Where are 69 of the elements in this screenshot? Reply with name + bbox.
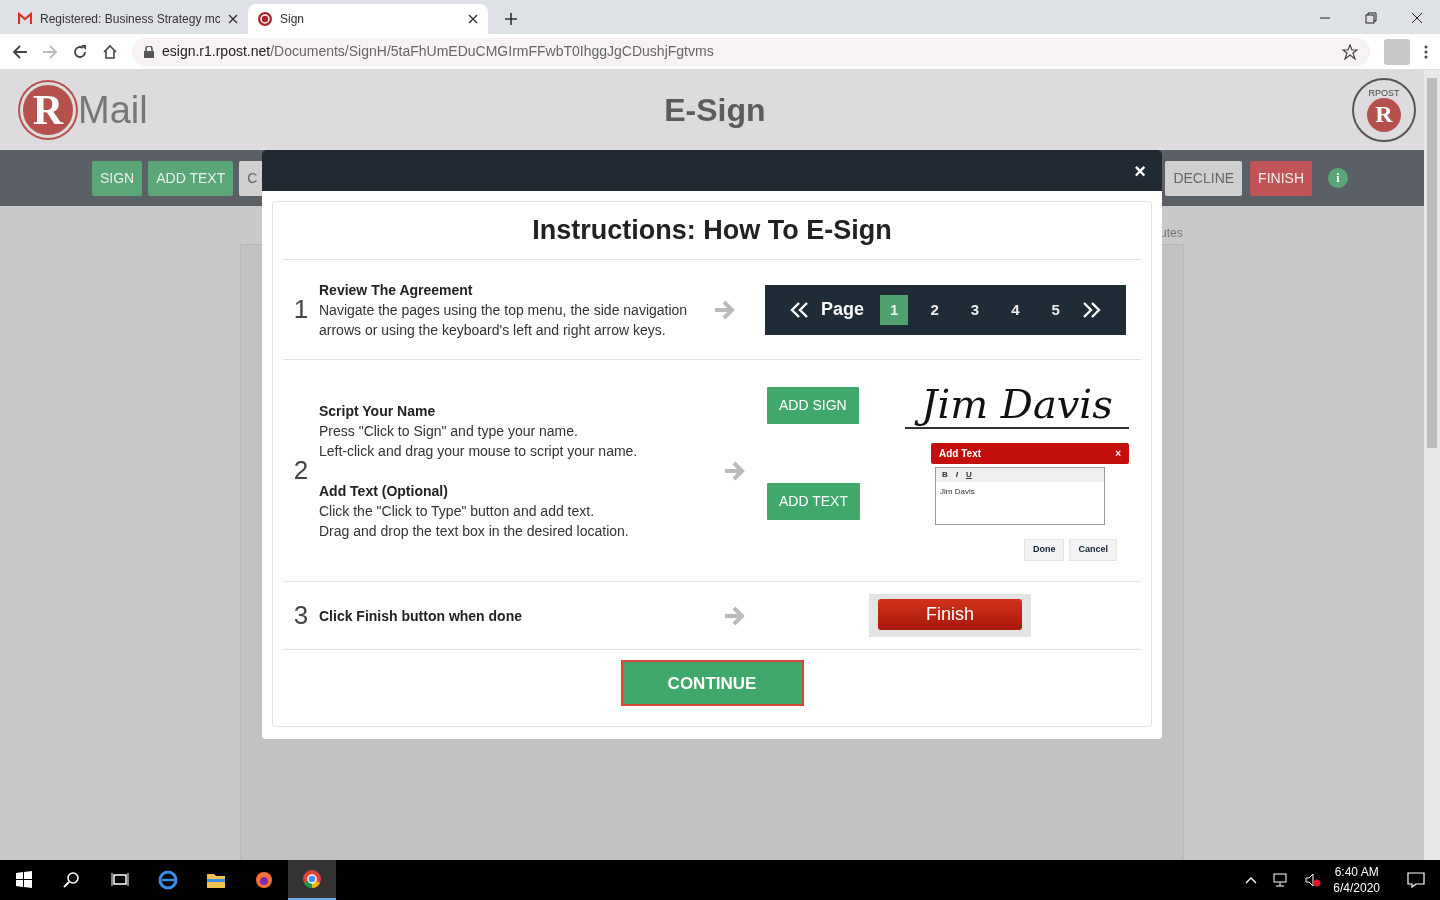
search-icon[interactable]: [62, 870, 82, 890]
step-heading: Add Text (Optional): [319, 481, 449, 501]
browser-icon[interactable]: [158, 870, 178, 890]
back-icon[interactable]: [12, 43, 28, 60]
star-icon[interactable]: [1342, 43, 1358, 60]
speaker-muted-icon[interactable]: [1305, 873, 1322, 887]
step-number: 2: [292, 454, 310, 488]
notification-icon[interactable]: [1407, 872, 1425, 888]
clock-time[interactable]: 6:40 AM: [1333, 864, 1380, 880]
network-icon[interactable]: [1273, 873, 1290, 887]
browser-tab[interactable]: Registered: Business Strategy mc: [8, 4, 248, 34]
toolbar-button[interactable]: FINISH: [1250, 160, 1312, 196]
clock-date[interactable]: 6/4/2020: [1333, 880, 1380, 896]
tab-title: Sign: [280, 11, 306, 28]
logo-text: Mail: [78, 87, 148, 133]
seal-letter: R: [1367, 97, 1401, 132]
step-description: Press "Click to Sign" and type your name.: [319, 421, 579, 441]
windows-icon[interactable]: [14, 870, 34, 890]
step-heading: Review The Agreement: [319, 280, 474, 300]
reload-icon[interactable]: [72, 43, 88, 60]
step-description: Drag and drop the text box in the desired location.: [319, 521, 630, 541]
browser-tab[interactable]: Sign: [248, 4, 488, 34]
double-chevron-left-icon[interactable]: [789, 300, 809, 319]
step-description: Navigate the pages using the top menu, the side navigation arrows or using the keyboard's left and right arrow keys.: [319, 300, 689, 340]
step-heading: Script Your Name: [319, 401, 437, 421]
double-chevron-right-icon[interactable]: [1082, 300, 1102, 319]
arrow-icon: [713, 298, 737, 321]
finish-button[interactable]: Finish: [878, 599, 1022, 631]
page-title: E-Sign: [663, 91, 767, 130]
seal-text: RPOST: [1368, 88, 1400, 98]
chevron-up-icon[interactable]: [1245, 876, 1258, 884]
signature: Jim Davis: [905, 381, 1129, 430]
page-number[interactable]: 4: [1001, 294, 1030, 325]
step-description: Left-click and drag your mouse to script your name.: [319, 441, 639, 461]
restore-icon[interactable]: [1365, 12, 1377, 24]
page-number[interactable]: 3: [960, 294, 990, 325]
page-number[interactable]: 2: [920, 294, 949, 325]
text-editor[interactable]: B I U Jim Davis: [935, 467, 1105, 526]
lock-icon: [144, 45, 154, 58]
step-number: 1: [292, 293, 310, 327]
close-button[interactable]: ×: [1115, 446, 1121, 462]
chrome-icon[interactable]: [302, 869, 322, 889]
logo-icon: [258, 12, 272, 26]
step-heading: Click Finish button when done: [319, 606, 523, 626]
dialog-title: Add Text: [939, 447, 982, 462]
mail-icon: [18, 12, 32, 26]
close-button[interactable]: ×: [1128, 159, 1152, 182]
format-button[interactable]: B: [942, 469, 948, 482]
page-number[interactable]: 5: [1041, 294, 1070, 325]
close-icon[interactable]: [468, 14, 478, 24]
dialog-button[interactable]: Done: [1024, 539, 1065, 561]
dialog-button[interactable]: Cancel: [1069, 539, 1117, 561]
menu-icon[interactable]: [1424, 44, 1428, 59]
home-icon[interactable]: [102, 43, 118, 60]
new-tab-icon[interactable]: [504, 12, 518, 26]
modal-title: Instructions: How To E-Sign: [283, 202, 1141, 261]
arrow-icon: [723, 604, 747, 627]
logo-mark: R: [20, 82, 76, 138]
close-icon[interactable]: [228, 14, 238, 24]
format-button[interactable]: U: [966, 469, 972, 482]
toolbar-button[interactable]: DECLINE: [1165, 160, 1243, 196]
close-icon[interactable]: [1411, 12, 1423, 24]
editor-text: Jim Davis: [939, 486, 976, 499]
step-number: 3: [292, 599, 310, 633]
page-label: Page: [821, 298, 865, 322]
step-description: Click the "Click to Type" button and add text.: [319, 501, 596, 521]
scrollbar[interactable]: [1424, 70, 1440, 860]
tab-title: Registered: Business Strategy mc: [40, 11, 220, 28]
arrow-icon: [723, 459, 747, 482]
